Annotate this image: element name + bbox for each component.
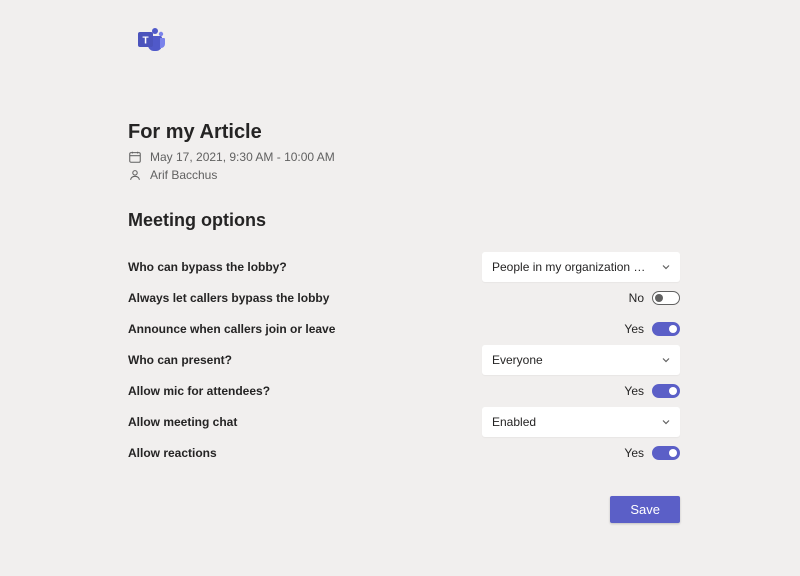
toggle-value: Yes: [624, 384, 644, 398]
teams-logo: T: [134, 24, 680, 61]
teams-logo-icon: T: [134, 24, 166, 56]
option-who-can-present: Who can present? Everyone: [128, 344, 680, 375]
meeting-datetime-row: May 17, 2021, 9:30 AM - 10:00 AM: [128, 150, 680, 164]
option-label: Who can present?: [128, 353, 232, 367]
option-announce: Announce when callers join or leave Yes: [128, 313, 680, 344]
option-callers-bypass: Always let callers bypass the lobby No: [128, 282, 680, 313]
bypass-lobby-select[interactable]: People in my organization and gu...: [482, 252, 680, 282]
meeting-title: For my Article: [128, 121, 680, 144]
meeting-organizer: Arif Bacchus: [150, 168, 217, 182]
chat-select[interactable]: Enabled: [482, 407, 680, 437]
who-can-present-select[interactable]: Everyone: [482, 345, 680, 375]
chevron-down-icon: [660, 416, 672, 428]
person-icon: [128, 168, 142, 182]
toggle-value: Yes: [624, 322, 644, 336]
option-bypass-lobby: Who can bypass the lobby? People in my o…: [128, 251, 680, 282]
announce-toggle[interactable]: [652, 322, 680, 336]
option-label: Allow meeting chat: [128, 415, 237, 429]
option-label: Allow reactions: [128, 446, 217, 460]
callers-bypass-toggle[interactable]: [652, 291, 680, 305]
option-reactions: Allow reactions Yes: [128, 437, 680, 468]
mic-toggle[interactable]: [652, 384, 680, 398]
option-label: Allow mic for attendees?: [128, 384, 270, 398]
toggle-value: No: [629, 291, 644, 305]
section-title: Meeting options: [128, 210, 680, 231]
option-label: Who can bypass the lobby?: [128, 260, 287, 274]
save-button[interactable]: Save: [610, 496, 680, 523]
toggle-value: Yes: [624, 446, 644, 460]
option-label: Announce when callers join or leave: [128, 322, 335, 336]
option-label: Always let callers bypass the lobby: [128, 291, 329, 305]
chevron-down-icon: [660, 261, 672, 273]
calendar-icon: [128, 150, 142, 164]
chevron-down-icon: [660, 354, 672, 366]
button-row: Save: [128, 496, 680, 523]
options-list: Who can bypass the lobby? People in my o…: [128, 251, 680, 468]
meeting-datetime: May 17, 2021, 9:30 AM - 10:00 AM: [150, 150, 335, 164]
reactions-toggle[interactable]: [652, 446, 680, 460]
option-chat: Allow meeting chat Enabled: [128, 406, 680, 437]
meeting-organizer-row: Arif Bacchus: [128, 168, 680, 182]
option-mic: Allow mic for attendees? Yes: [128, 375, 680, 406]
svg-text:T: T: [142, 36, 148, 47]
